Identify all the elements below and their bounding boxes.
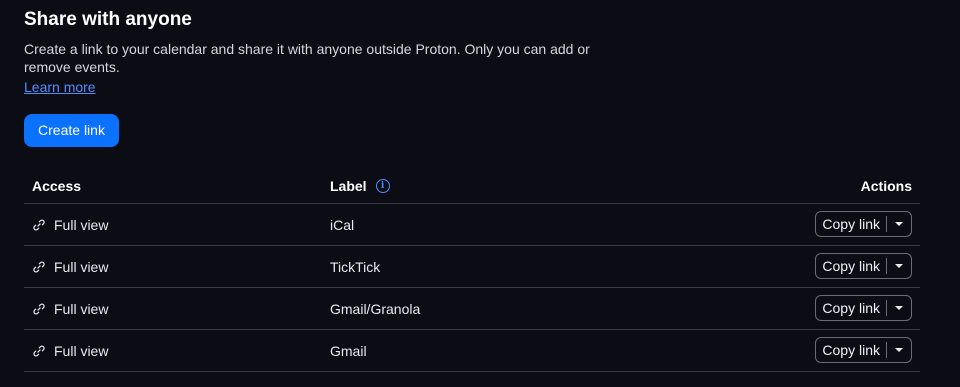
header-label-group: Label i — [330, 178, 390, 194]
access-level: Full view — [54, 301, 109, 317]
link-label: Gmail/Granola — [330, 301, 421, 317]
chevron-down-icon — [895, 264, 903, 268]
access-level: Full view — [54, 259, 109, 275]
copy-link-button[interactable]: Copy link — [816, 296, 886, 320]
copy-link-button[interactable]: Copy link — [816, 338, 886, 362]
table-header: Access Label i Actions — [24, 166, 920, 204]
table-row: Full view Gmail/Granola Copy link — [24, 288, 920, 330]
copy-link-button[interactable]: Copy link — [816, 212, 886, 236]
link-label: iCal — [330, 217, 355, 233]
more-actions-dropdown[interactable] — [887, 338, 911, 362]
access-cell: Full view — [32, 301, 108, 317]
shared-links-table: Access Label i Actions Full view iCal Co… — [24, 166, 920, 372]
chevron-down-icon — [895, 222, 903, 226]
copy-link-split-button: Copy link — [815, 295, 912, 321]
copy-link-split-button: Copy link — [815, 337, 912, 363]
link-icon — [33, 303, 45, 315]
copy-link-split-button: Copy link — [815, 211, 912, 237]
info-icon[interactable]: i — [375, 179, 390, 193]
link-label: TickTick — [330, 259, 381, 275]
chevron-down-icon — [895, 306, 903, 310]
link-icon — [33, 219, 45, 231]
more-actions-dropdown[interactable] — [887, 212, 911, 236]
link-icon — [33, 345, 45, 357]
copy-link-button[interactable]: Copy link — [816, 254, 886, 278]
learn-more-link[interactable]: Learn more — [24, 78, 96, 96]
table-row: Full view TickTick Copy link — [24, 246, 920, 288]
more-actions-dropdown[interactable] — [887, 296, 911, 320]
access-cell: Full view — [32, 259, 108, 275]
section-title: Share with anyone — [24, 9, 192, 30]
section-description: Create a link to your calendar and share… — [24, 41, 590, 75]
table-row: Full view iCal Copy link — [24, 204, 920, 246]
access-cell: Full view — [32, 343, 108, 359]
link-icon — [33, 261, 45, 273]
chevron-down-icon — [895, 348, 903, 352]
access-level: Full view — [54, 217, 109, 233]
table-row: Full view Gmail Copy link — [24, 330, 920, 372]
header-label: Label — [330, 178, 367, 194]
access-cell: Full view — [32, 217, 108, 233]
link-label: Gmail — [330, 343, 367, 359]
create-link-button[interactable]: Create link — [24, 114, 119, 147]
header-actions: Actions — [860, 178, 912, 194]
header-access: Access — [32, 178, 82, 194]
copy-link-split-button: Copy link — [815, 253, 912, 279]
more-actions-dropdown[interactable] — [887, 254, 911, 278]
access-level: Full view — [54, 343, 109, 359]
